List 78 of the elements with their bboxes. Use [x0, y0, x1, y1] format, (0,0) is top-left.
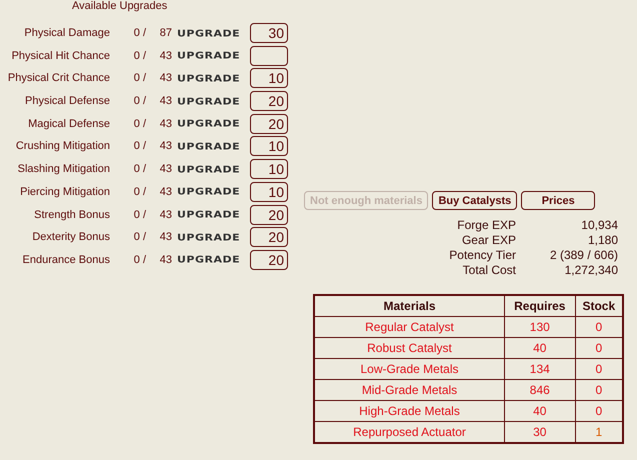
max-level: 87: [158, 27, 172, 39]
current-level: 0 /: [132, 50, 146, 62]
current-level: 0 /: [132, 27, 146, 39]
amount-field[interactable]: 20: [250, 227, 288, 248]
stat-label: Total Cost: [462, 263, 516, 277]
requires-cell: 40: [504, 338, 576, 358]
action-button[interactable]: Prices: [521, 191, 596, 210]
requires-cell: 846: [504, 380, 576, 400]
max-level: 43: [158, 50, 172, 62]
requires-cell: 130: [504, 316, 576, 338]
max-level: 43: [158, 163, 172, 176]
upgrade-button[interactable]: UPGRADE: [177, 118, 245, 130]
requires-cell: 134: [504, 358, 576, 380]
stat-value: 2 (389 / 606): [548, 248, 618, 262]
current-level: 0 /: [132, 186, 146, 198]
max-level: 43: [158, 72, 172, 84]
amount-field[interactable]: 20: [250, 204, 288, 224]
current-level: 0 /: [132, 118, 146, 130]
max-level: 43: [158, 118, 172, 130]
upgrade-name: Physical Damage: [23, 27, 110, 39]
upgrade-name: Physical Defense: [24, 95, 110, 108]
max-level: 43: [158, 95, 172, 108]
current-level: 0 /: [132, 208, 146, 220]
amount-field[interactable]: 20: [250, 91, 288, 112]
upgrade-button[interactable]: UPGRADE: [177, 232, 245, 243]
current-level: 0 /: [132, 231, 146, 244]
amount-field[interactable]: [250, 46, 288, 66]
amount-field[interactable]: 30: [250, 23, 288, 43]
action-button[interactable]: Buy Catalysts: [432, 191, 518, 210]
material-cell: Mid-Grade Metals: [314, 380, 504, 400]
column-header: Materials: [314, 295, 504, 316]
requires-cell: 40: [504, 400, 576, 422]
current-level: 0 /: [132, 72, 146, 84]
upgrade-button[interactable]: UPGRADE: [177, 50, 245, 62]
upgrade-name: Magical Defense: [27, 118, 110, 130]
upgrade-name: Crushing Mitigation: [14, 140, 110, 152]
stat-label: Forge EXP: [456, 218, 516, 232]
upgrade-button[interactable]: UPGRADE: [177, 72, 245, 84]
material-cell: Robust Catalyst: [314, 338, 504, 358]
amount-field[interactable]: 10: [250, 159, 288, 180]
section-title: Available Upgrades: [71, 0, 168, 13]
upgrade-button[interactable]: UPGRADE: [177, 96, 245, 107]
upgrade-name: Physical Hit Chance: [10, 50, 110, 62]
upgrade-name: Strength Bonus: [33, 208, 110, 220]
upgrade-name: Endurance Bonus: [22, 254, 110, 266]
amount-field[interactable]: 20: [250, 114, 288, 134]
upgrade-name: Slashing Mitigation: [16, 163, 110, 176]
column-header: Requires: [504, 295, 576, 316]
upgrade-name: Physical Crit Chance: [6, 72, 110, 84]
material-cell: High-Grade Metals: [314, 400, 504, 422]
upgrade-button[interactable]: UPGRADE: [177, 27, 245, 39]
stat-value: 1,272,340: [564, 263, 618, 277]
material-cell: Regular Catalyst: [314, 316, 504, 338]
max-level: 43: [158, 254, 172, 266]
upgrade-name: Dexterity Bonus: [31, 231, 110, 244]
current-level: 0 /: [132, 163, 146, 176]
material-cell: Low-Grade Metals: [314, 358, 504, 380]
upgrade-button[interactable]: UPGRADE: [177, 140, 245, 152]
max-level: 43: [158, 231, 172, 244]
max-level: 43: [158, 140, 172, 152]
upgrade-button[interactable]: UPGRADE: [177, 254, 245, 266]
upgrade-button[interactable]: UPGRADE: [177, 208, 245, 220]
amount-field[interactable]: 20: [250, 250, 288, 270]
current-level: 0 /: [132, 140, 146, 152]
upgrade-name: Piercing Mitigation: [19, 186, 110, 198]
stat-label: Gear EXP: [460, 233, 516, 247]
amount-field[interactable]: 10: [250, 182, 288, 202]
current-level: 0 /: [132, 95, 146, 108]
max-level: 43: [158, 208, 172, 220]
stat-value: 10,934: [580, 218, 618, 232]
upgrade-button[interactable]: UPGRADE: [177, 186, 245, 198]
upgrade-button[interactable]: UPGRADE: [177, 164, 245, 175]
amount-field[interactable]: 10: [250, 136, 288, 156]
max-level: 43: [158, 186, 172, 198]
current-level: 0 /: [132, 254, 146, 266]
stat-value: 1,180: [586, 233, 618, 247]
amount-field[interactable]: 10: [250, 68, 288, 88]
stat-label: Potency Tier: [448, 248, 516, 262]
